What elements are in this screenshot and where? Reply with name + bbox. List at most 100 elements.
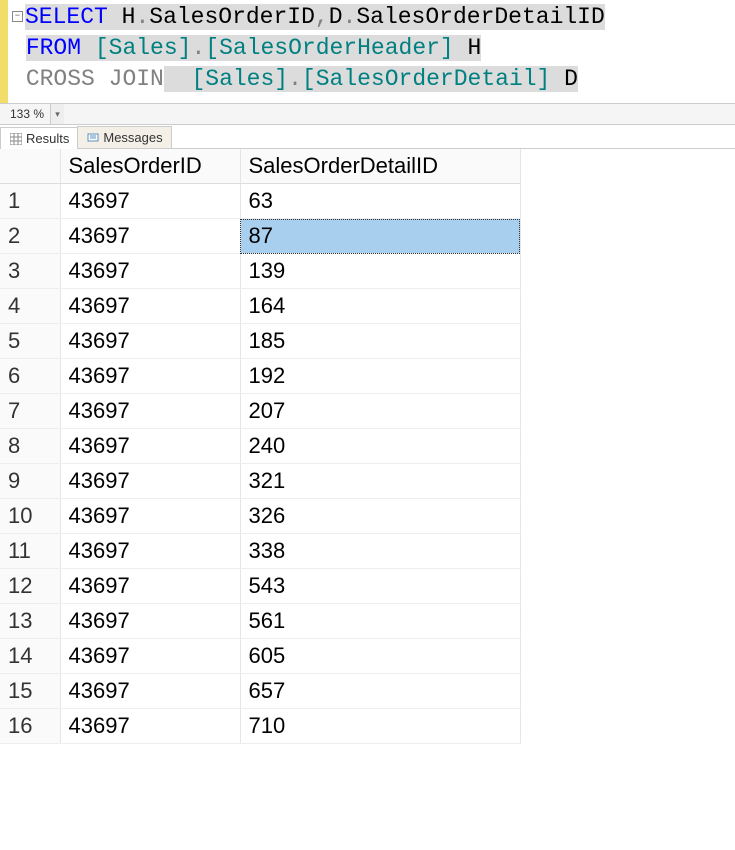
code-token: . [135,4,149,30]
cell-salesorderid[interactable]: 43697 [60,359,240,394]
cell-salesorderid[interactable]: 43697 [60,674,240,709]
row-number-cell[interactable]: 7 [0,394,60,429]
code-text-area[interactable]: −SELECT H.SalesOrderID,D.SalesOrderDetai… [8,0,735,103]
row-number-cell[interactable]: 12 [0,569,60,604]
table-row[interactable]: 1543697657 [0,674,520,709]
code-token: [Sales] [191,66,288,92]
code-token: . [288,66,302,92]
cell-salesorderdetailid[interactable]: 192 [240,359,520,394]
cell-salesorderdetailid[interactable]: 605 [240,639,520,674]
code-token: [SalesOrderDetail] [302,66,550,92]
row-number-cell[interactable]: 6 [0,359,60,394]
cell-salesorderid[interactable]: 43697 [60,254,240,289]
cell-salesorderid[interactable]: 43697 [60,289,240,324]
row-number-cell[interactable]: 10 [0,499,60,534]
table-row[interactable]: 343697139 [0,254,520,289]
table-row[interactable]: 743697207 [0,394,520,429]
tab-results[interactable]: Results [0,127,78,149]
row-number-cell[interactable]: 2 [0,219,60,254]
table-row[interactable]: 643697192 [0,359,520,394]
code-line-2[interactable]: FROM [Sales].[SalesOrderHeader] H [12,33,735,64]
code-token: FROM [26,35,81,61]
table-row[interactable]: 443697164 [0,289,520,324]
table-row[interactable]: 1043697326 [0,499,520,534]
code-token: SalesOrderDetailID [356,4,604,30]
code-tokens-3: CROSS JOIN [Sales].[SalesOrderDetail] D [26,66,578,92]
table-row[interactable]: 24369787 [0,219,520,254]
table-row[interactable]: 543697185 [0,324,520,359]
code-token: CROSS [26,66,95,92]
row-number-cell[interactable]: 15 [0,674,60,709]
code-token [164,66,192,92]
column-header-salesorderdetailid[interactable]: SalesOrderDetailID [240,149,520,184]
cell-salesorderid[interactable]: 43697 [60,604,240,639]
row-number-cell[interactable]: 9 [0,464,60,499]
cell-salesorderdetailid[interactable]: 321 [240,464,520,499]
messages-icon [86,131,99,144]
table-row[interactable]: 1143697338 [0,534,520,569]
cell-salesorderdetailid[interactable]: 139 [240,254,520,289]
cell-salesorderdetailid[interactable]: 657 [240,674,520,709]
cell-salesorderdetailid[interactable]: 338 [240,534,520,569]
cell-salesorderid[interactable]: 43697 [60,709,240,744]
table-row[interactable]: 1443697605 [0,639,520,674]
code-token: , [315,4,329,30]
row-number-cell[interactable]: 13 [0,604,60,639]
cell-salesorderdetailid[interactable]: 63 [240,184,520,219]
cell-salesorderid[interactable]: 43697 [60,534,240,569]
row-number-cell[interactable]: 5 [0,324,60,359]
code-token: [SalesOrderHeader] [205,35,453,61]
code-token: . [191,35,205,61]
table-row[interactable]: 1643697710 [0,709,520,744]
column-header-salesorderid[interactable]: SalesOrderID [60,149,240,184]
cell-salesorderid[interactable]: 43697 [60,569,240,604]
row-number-cell[interactable]: 14 [0,639,60,674]
row-number-cell[interactable]: 3 [0,254,60,289]
cell-salesorderid[interactable]: 43697 [60,324,240,359]
header-row: SalesOrderID SalesOrderDetailID [0,149,520,184]
tab-messages[interactable]: Messages [77,126,171,148]
row-number-cell[interactable]: 16 [0,709,60,744]
cell-salesorderdetailid[interactable]: 164 [240,289,520,324]
cell-salesorderid[interactable]: 43697 [60,184,240,219]
row-number-cell[interactable]: 4 [0,289,60,324]
cell-salesorderid[interactable]: 43697 [60,219,240,254]
cell-salesorderdetailid[interactable]: 207 [240,394,520,429]
cell-salesorderdetailid[interactable]: 561 [240,604,520,639]
cell-salesorderid[interactable]: 43697 [60,394,240,429]
cell-salesorderdetailid[interactable]: 185 [240,324,520,359]
cell-salesorderdetailid[interactable]: 240 [240,429,520,464]
results-grid[interactable]: SalesOrderID SalesOrderDetailID 14369763… [0,149,735,744]
table-row[interactable]: 1243697543 [0,569,520,604]
cell-salesorderid[interactable]: 43697 [60,639,240,674]
cell-salesorderdetailid[interactable]: 326 [240,499,520,534]
row-number-cell[interactable]: 1 [0,184,60,219]
table-row[interactable]: 14369763 [0,184,520,219]
row-number-cell[interactable]: 11 [0,534,60,569]
tab-messages-label: Messages [103,130,162,145]
cell-salesorderdetailid[interactable]: 710 [240,709,520,744]
table-row[interactable]: 843697240 [0,429,520,464]
results-tabs: Results Messages [0,125,735,149]
row-number-header[interactable] [0,149,60,184]
code-line-1[interactable]: −SELECT H.SalesOrderID,D.SalesOrderDetai… [12,2,735,33]
collapse-toggle-icon[interactable]: − [12,11,23,22]
row-number-cell[interactable]: 8 [0,429,60,464]
code-token: . [343,4,357,30]
table-row[interactable]: 943697321 [0,464,520,499]
zoom-dropdown-button[interactable]: ▾ [50,104,64,124]
code-line-3[interactable]: CROSS JOIN [Sales].[SalesOrderDetail] D [12,64,735,95]
cell-salesorderdetailid[interactable]: 543 [240,569,520,604]
sql-editor[interactable]: −SELECT H.SalesOrderID,D.SalesOrderDetai… [0,0,735,103]
code-token: SELECT [25,4,108,30]
code-token [95,66,109,92]
zoom-value[interactable]: 133 % [0,107,50,121]
cell-salesorderid[interactable]: 43697 [60,464,240,499]
cell-salesorderid[interactable]: 43697 [60,499,240,534]
cell-salesorderid[interactable]: 43697 [60,429,240,464]
table-row[interactable]: 1343697561 [0,604,520,639]
zoom-toolbar: 133 % ▾ [0,103,735,125]
code-token: JOIN [109,66,164,92]
code-token: H [454,35,482,61]
cell-salesorderdetailid[interactable]: 87 [240,219,520,254]
